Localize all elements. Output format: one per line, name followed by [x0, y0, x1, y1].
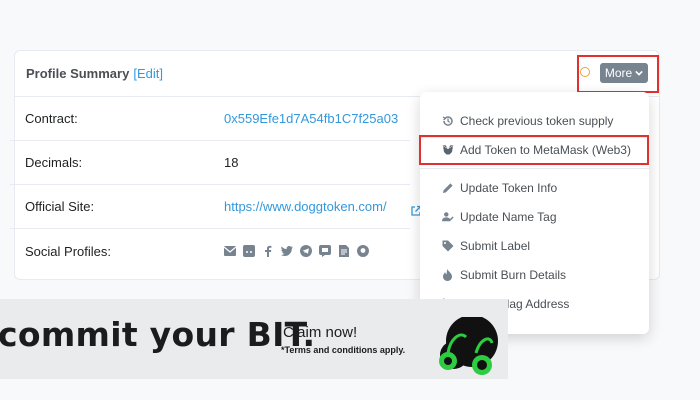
tag-icon — [442, 240, 454, 252]
row-label: Contract: — [25, 111, 78, 126]
menu-item-label: Submit Burn Details — [460, 268, 567, 282]
row-official-site: Official Site: https://www.doggtoken.com… — [10, 185, 410, 229]
more-dropdown-menu: Check previous token supply Add Token to… — [420, 92, 649, 334]
row-label: Official Site: — [25, 199, 95, 214]
menu-item-update-token-info[interactable]: Update Token Info — [442, 181, 557, 195]
metamask-item-highlight — [419, 135, 649, 165]
contract-address-link[interactable]: 0x559Efe1d7A54fb1C7f25a03 — [224, 111, 398, 126]
row-decimals: Decimals: 18 — [10, 141, 410, 185]
decimals-value: 18 — [224, 155, 239, 170]
profile-rows: Contract: 0x559Efe1d7A54fb1C7f25a03 Deci… — [10, 97, 410, 273]
document-icon[interactable] — [338, 245, 350, 257]
card-header: Profile Summary [Edit] — [15, 51, 659, 97]
menu-divider — [420, 168, 649, 169]
official-site-link[interactable]: https://www.doggtoken.com/ — [224, 199, 387, 214]
email-icon[interactable] — [224, 245, 236, 257]
fire-icon — [442, 269, 454, 281]
menu-item-submit-label[interactable]: Submit Label — [442, 239, 530, 253]
row-contract: Contract: 0x559Efe1d7A54fb1C7f25a03 — [10, 97, 410, 141]
social-icons — [224, 245, 369, 257]
row-social-profiles: Social Profiles: — [10, 229, 410, 273]
menu-item-check-supply[interactable]: Check previous token supply — [442, 114, 613, 128]
twitter-icon[interactable] — [281, 245, 293, 257]
card-title: Profile Summary — [26, 66, 130, 81]
pencil-icon — [442, 182, 454, 194]
discord-icon[interactable] — [319, 245, 331, 257]
edit-link[interactable]: [Edit] — [133, 66, 163, 81]
user-edit-icon — [442, 211, 454, 223]
menu-item-label: Update Token Info — [460, 181, 558, 195]
menu-item-submit-burn[interactable]: Submit Burn Details — [442, 268, 566, 282]
menu-item-update-name-tag[interactable]: Update Name Tag — [442, 210, 557, 224]
row-label: Social Profiles: — [25, 243, 111, 259]
menu-item-label: Check previous token supply — [460, 114, 614, 128]
ad-banner[interactable]: commit your BIT. Claim now! *Terms and c… — [0, 299, 508, 379]
telegram-icon[interactable] — [300, 245, 312, 257]
history-icon — [442, 115, 454, 127]
token-mascot-icon — [439, 317, 498, 375]
row-label: Decimals: — [25, 155, 83, 170]
banner-headline: commit your BIT. — [0, 315, 316, 354]
terms-text: *Terms and conditions apply. — [281, 345, 406, 355]
menu-item-label: Submit Label — [460, 239, 531, 253]
github-icon[interactable] — [357, 245, 369, 257]
facebook-icon[interactable] — [262, 245, 274, 257]
menu-item-label: Update Name Tag — [460, 210, 557, 224]
more-button-highlight — [577, 55, 659, 93]
reddit-icon[interactable] — [243, 245, 255, 257]
claim-now-link[interactable]: Claim now! — [283, 324, 357, 341]
